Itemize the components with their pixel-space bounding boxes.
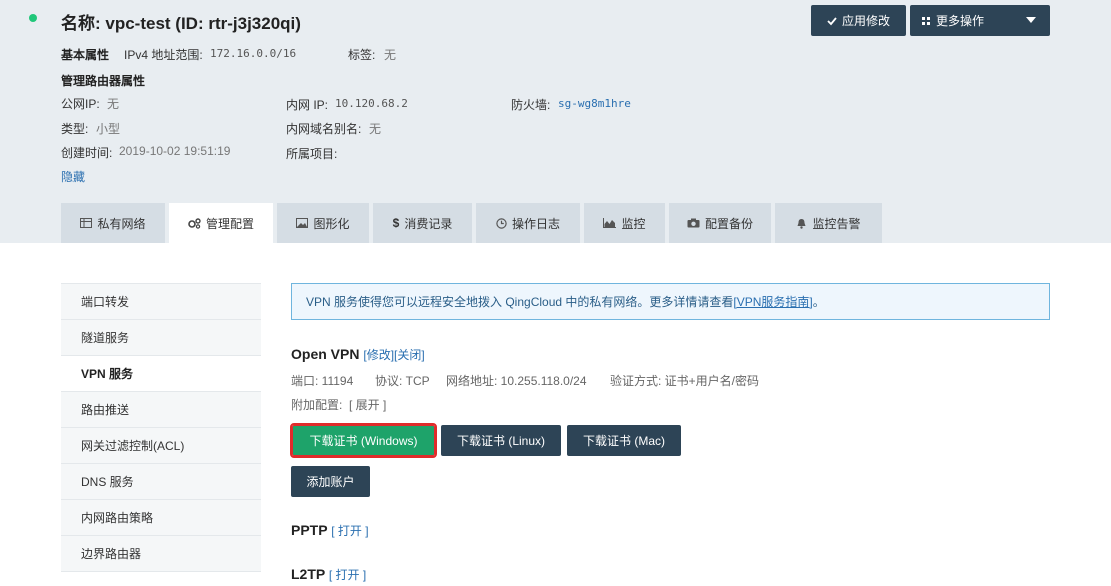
download-cert-linux-button[interactable]: 下载证书 (Linux) — [441, 425, 561, 456]
resource-header: 名称: vpc-test (ID: rtr-j3j320qi) 应用修改 更多操… — [0, 0, 1111, 243]
l2tp-section-title: L2TP [ 打开 ] — [291, 566, 366, 583]
apply-changes-label: 应用修改 — [841, 14, 890, 28]
chart-icon — [603, 218, 617, 228]
caret-down-icon — [1026, 17, 1036, 23]
type-label: 类型: — [61, 122, 89, 136]
sidebar-item-vpn[interactable]: VPN 服务 — [61, 356, 261, 392]
created-value: 2019-10-02 19:51:19 — [119, 144, 231, 158]
sidebar-item-acl[interactable]: 网关过滤控制(ACL) — [61, 428, 261, 464]
ipv4-label: IPv4 地址范围: — [124, 48, 203, 62]
more-actions-label: 更多操作 — [936, 14, 985, 28]
auth-text: 验证方式: 证书+用户名/密码 — [610, 374, 760, 388]
tab-label: 监控告警 — [812, 216, 861, 231]
tab-label: 监控 — [621, 216, 646, 231]
grid-icon — [922, 16, 930, 25]
vpn-guide-link[interactable]: [VPN服务指南] — [733, 293, 812, 310]
pptp-open-link[interactable]: [ 打开 ] — [331, 524, 368, 538]
status-indicator — [29, 14, 37, 22]
tab-private-network[interactable]: 私有网络 — [61, 203, 165, 243]
basic-props-label: 基本属性 — [61, 48, 110, 62]
private-ip-label: 内网 IP: — [286, 98, 329, 112]
sidebar-item-tunnel[interactable]: 隧道服务 — [61, 320, 261, 356]
extra-config-label: 附加配置: — [291, 398, 343, 412]
tags-value: 无 — [384, 48, 397, 62]
tab-management-config[interactable]: 管理配置 — [169, 203, 273, 243]
download-cert-mac-button[interactable]: 下载证书 (Mac) — [567, 425, 681, 456]
vpn-info-banner: VPN 服务使得您可以远程安全地拨入 QingCloud 中的私有网络。更多详情… — [291, 283, 1050, 320]
ipv4-value: 172.16.0.0/16 — [210, 47, 297, 60]
firewall-label: 防火墙: — [511, 98, 551, 112]
hide-link[interactable]: 隐藏 — [61, 168, 85, 185]
openvpn-title: Open VPN — [291, 346, 360, 362]
firewall-link[interactable]: sg-wg8m1hre — [558, 97, 631, 110]
sidebar-item-port-forwarding[interactable]: 端口转发 — [61, 284, 261, 320]
apply-changes-button[interactable]: 应用修改 — [811, 5, 906, 36]
close-link[interactable]: 关闭 — [397, 348, 421, 362]
tab-billing[interactable]: $ 消费记录 — [373, 203, 472, 243]
info-end: 。 — [812, 295, 825, 309]
tab-label: 图形化 — [313, 216, 350, 231]
port-text: 端口: 11194 — [291, 374, 354, 388]
type-value: 小型 — [96, 122, 121, 136]
tab-label: 消费记录 — [404, 216, 453, 231]
public-ip-label: 公网IP: — [61, 97, 100, 111]
bracket: ] — [421, 348, 425, 362]
more-actions-dropdown[interactable]: 更多操作 — [910, 5, 1050, 36]
tab-label: 私有网络 — [97, 216, 146, 231]
page-title: 名称: vpc-test (ID: rtr-j3j320qi) — [61, 14, 301, 33]
sidebar-item-route-push[interactable]: 路由推送 — [61, 392, 261, 428]
created-label: 创建时间: — [61, 146, 113, 160]
dollar-icon: $ — [392, 216, 400, 230]
check-icon — [827, 16, 837, 26]
l2tp-open-link[interactable]: [ 打开 ] — [329, 568, 366, 582]
tab-bar: 私有网络 管理配置 图形化 $ 消费记录 操作日志 监控 配置备份 监控告警 — [61, 203, 886, 243]
clock-icon — [496, 217, 507, 229]
alias-label: 内网域名别名: — [286, 122, 362, 136]
sidebar-item-border-router[interactable]: 边界路由器 — [61, 536, 261, 572]
tab-alarm[interactable]: 监控告警 — [775, 203, 882, 243]
expand-link[interactable]: [ 展开 ] — [349, 396, 386, 413]
tab-label: 操作日志 — [511, 216, 560, 231]
tab-label: 管理配置 — [205, 216, 254, 231]
network-text: 网络地址: 10.255.118.0/24 — [446, 374, 587, 388]
project-label: 所属项目: — [286, 147, 338, 161]
tab-operation-log[interactable]: 操作日志 — [476, 203, 580, 243]
modify-link[interactable]: 修改 — [367, 348, 391, 362]
router-props-label: 管理路由器属性 — [61, 74, 146, 88]
tab-config-backup[interactable]: 配置备份 — [669, 203, 771, 243]
tab-monitoring[interactable]: 监控 — [584, 203, 665, 243]
add-account-button[interactable]: 添加账户 — [291, 466, 370, 497]
camera-icon — [687, 218, 700, 228]
tab-label: 配置备份 — [704, 216, 753, 231]
image-icon — [296, 218, 309, 228]
cogs-icon — [188, 217, 201, 229]
sidebar-item-dns[interactable]: DNS 服务 — [61, 464, 261, 500]
table-icon — [80, 218, 93, 228]
pptp-title: PPTP — [291, 522, 328, 538]
pptp-section-title: PPTP [ 打开 ] — [291, 522, 369, 539]
sidebar-item-routing-policy[interactable]: 内网路由策略 — [61, 500, 261, 536]
public-ip-value: 无 — [107, 97, 120, 111]
tags-label: 标签: — [348, 48, 376, 62]
protocol-text: 协议: TCP — [375, 374, 430, 388]
private-ip-value: 10.120.68.2 — [335, 97, 408, 110]
tab-graphical[interactable]: 图形化 — [277, 203, 369, 243]
bell-icon — [796, 218, 807, 229]
alias-value: 无 — [369, 122, 382, 136]
download-cert-windows-button[interactable]: 下载证书 (Windows) — [290, 423, 437, 458]
l2tp-title: L2TP — [291, 566, 325, 582]
info-text: VPN 服务使得您可以远程安全地拨入 QingCloud 中的私有网络。更多详情… — [306, 295, 734, 309]
config-sidebar: 端口转发 隧道服务 VPN 服务 路由推送 网关过滤控制(ACL) DNS 服务… — [61, 283, 261, 572]
openvpn-section-title: Open VPN [修改][关闭] — [291, 346, 425, 363]
